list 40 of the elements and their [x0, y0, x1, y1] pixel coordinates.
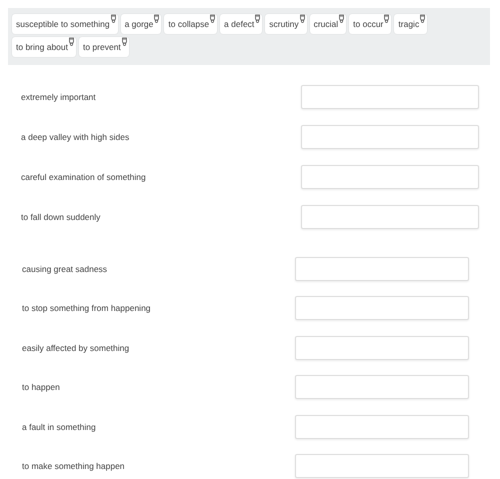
- grab-icon: [419, 14, 426, 23]
- grab-icon: [383, 14, 390, 23]
- answer-field[interactable]: [295, 375, 469, 400]
- word-chip[interactable]: a gorge: [120, 14, 162, 34]
- grab-icon: [209, 14, 216, 23]
- word-chip[interactable]: scrutiny: [265, 14, 307, 34]
- word-chip[interactable]: tragic: [394, 14, 428, 34]
- answer-field[interactable]: [295, 414, 469, 439]
- definition-text: to happen: [22, 382, 60, 392]
- word-chip[interactable]: a defect: [220, 14, 262, 34]
- word-chip[interactable]: susceptible to something: [12, 14, 118, 34]
- word-chip[interactable]: to collapse: [164, 14, 218, 34]
- definition-text: careful examination of something: [21, 172, 146, 182]
- grab-icon: [298, 14, 306, 23]
- definition-text: causing great sadness: [22, 264, 108, 274]
- definition-text: to fall down suddenly: [21, 212, 100, 222]
- definition-text: a deep valley with high sides: [21, 132, 130, 142]
- definition-text: extremely important: [21, 92, 96, 102]
- answer-field[interactable]: [301, 205, 479, 229]
- grab-icon: [254, 14, 262, 23]
- word-chip[interactable]: to prevent: [78, 37, 129, 57]
- grab-icon: [338, 14, 346, 23]
- answer-field[interactable]: [301, 85, 479, 109]
- grab-icon: [153, 14, 160, 23]
- answer-field[interactable]: [301, 125, 479, 149]
- word-chip[interactable]: to occur: [349, 14, 392, 34]
- word-chip[interactable]: to bring about: [12, 37, 76, 57]
- answer-field[interactable]: [295, 296, 469, 320]
- grab-icon: [120, 37, 128, 46]
- answer-field[interactable]: [295, 256, 469, 281]
- grab-icon: [68, 37, 75, 46]
- word-chip[interactable]: crucial: [310, 14, 346, 34]
- answer-field[interactable]: [295, 454, 469, 478]
- definition-text: a fault in something: [22, 422, 96, 432]
- answer-field[interactable]: [301, 165, 479, 189]
- answer-field[interactable]: [295, 336, 469, 360]
- grab-icon: [110, 14, 117, 23]
- definition-text: to make something happen: [22, 461, 125, 472]
- definition-text: easily affected by something: [22, 342, 130, 353]
- definition-text: to stop something from happening: [22, 303, 151, 314]
